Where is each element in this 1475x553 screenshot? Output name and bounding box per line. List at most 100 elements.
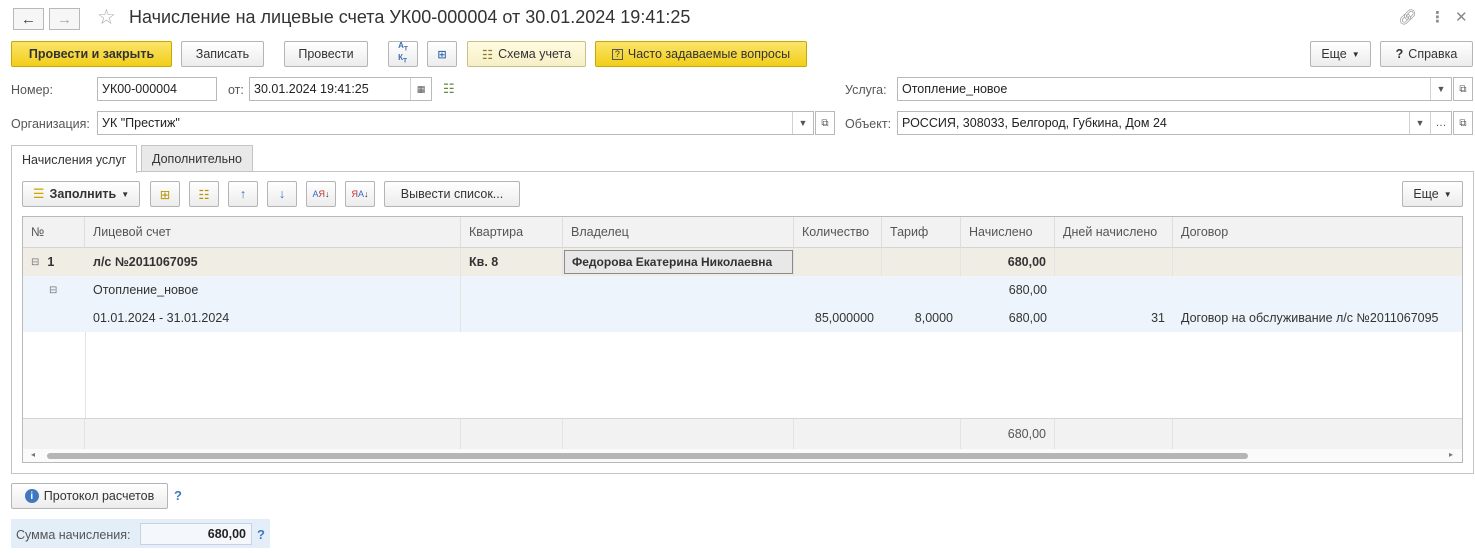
charged-cell: 680,00 <box>961 248 1055 276</box>
forward-button[interactable]: → <box>49 8 80 30</box>
structure-icon: ⊞ <box>437 48 447 61</box>
help-button[interactable]: ? Справка <box>1380 41 1473 67</box>
open-organization-button[interactable]: ⧉ <box>815 111 835 135</box>
more-button[interactable]: Еще ▼ <box>1310 41 1371 67</box>
column-header-owner[interactable]: Владелец <box>563 217 794 248</box>
tab-additional[interactable]: Дополнительно <box>141 145 253 172</box>
chevron-down-icon: ▼ <box>121 189 130 199</box>
help-question-icon[interactable]: ? <box>174 488 182 503</box>
table-row[interactable]: ⊟ Отопление_новое 680,00 <box>23 276 1462 304</box>
column-header-tariff[interactable]: Тариф <box>882 217 961 248</box>
column-header-charged[interactable]: Начислено <box>961 217 1055 248</box>
table-row[interactable]: ⊟ 1 л/с №2011067095 Кв. 8 Федорова Екате… <box>23 248 1462 276</box>
sum-help-question-icon[interactable]: ? <box>257 527 265 542</box>
sort-desc-button[interactable]: ЯА↓ <box>345 181 375 207</box>
chevron-down-icon: ▼ <box>1351 49 1360 59</box>
arrow-right-icon: → <box>57 10 72 28</box>
table-more-button[interactable]: Еще ▼ <box>1402 181 1463 207</box>
apartment-cell: Кв. 8 <box>461 248 563 276</box>
quantity-cell <box>794 248 882 276</box>
open-object-button[interactable]: ⧉ <box>1453 111 1473 135</box>
number-label: Номер: <box>11 83 53 97</box>
open-icon: ⧉ <box>1459 117 1467 129</box>
contract-cell <box>1173 248 1462 276</box>
column-header-account[interactable]: Лицевой счет <box>85 217 461 248</box>
contract-cell <box>1173 276 1462 304</box>
link-icon[interactable]: 🔗︎ <box>1398 8 1417 26</box>
apartment-cell <box>461 276 563 304</box>
help-label: Справка <box>1408 47 1458 61</box>
calendar-icon[interactable]: ▦ <box>410 78 431 100</box>
collapse-icon[interactable]: ⊟ <box>49 285 57 296</box>
object-field[interactable]: РОССИЯ, 308033, Белгород, Губкина, Дом 2… <box>897 111 1452 135</box>
accounting-scheme-button[interactable]: ☷ Схема учета <box>467 41 586 67</box>
faq-label: Часто задаваемые вопросы <box>627 47 791 61</box>
date-field[interactable]: 30.01.2024 19:41:25 ▦ <box>249 77 432 101</box>
move-up-button[interactable]: ↑ <box>228 181 258 207</box>
column-header-quantity[interactable]: Количество <box>794 217 882 248</box>
move-down-button[interactable]: ↓ <box>267 181 297 207</box>
dropdown-chevron-icon[interactable]: ▼ <box>1409 112 1430 134</box>
charged-cell: 680,00 <box>1008 311 1047 325</box>
favorite-star-icon[interactable]: ☆ <box>97 5 116 30</box>
arrow-up-icon: ↑ <box>239 187 247 201</box>
arrow-down-icon: ↓ <box>278 187 286 201</box>
save-button[interactable]: Записать <box>181 41 264 67</box>
calculation-protocol-button[interactable]: i Протокол расчетов <box>11 483 168 509</box>
service-label: Услуга: <box>845 83 887 97</box>
organization-field[interactable]: УК "Престиж" ▼ <box>97 111 814 135</box>
contract-cell: Договор на обслуживание л/с №2011067095 <box>1181 311 1439 325</box>
output-list-button[interactable]: Вывести список... <box>384 181 520 207</box>
document-check-icon[interactable]: ☷ <box>443 81 455 97</box>
faq-button[interactable]: ? Часто задаваемые вопросы <box>595 41 807 67</box>
charged-cell: 680,00 <box>1008 283 1047 297</box>
row-number: 1 <box>47 255 55 269</box>
row-number-cell <box>23 304 85 332</box>
dropdown-chevron-icon[interactable]: ▼ <box>792 112 813 134</box>
question-icon: ? <box>1395 47 1404 61</box>
scroll-right-icon[interactable]: ▸ <box>1449 450 1453 459</box>
date-value: 30.01.2024 19:41:25 <box>254 82 369 96</box>
question-box-icon: ? <box>611 48 623 60</box>
scrollbar-thumb[interactable] <box>47 453 1248 459</box>
service-field[interactable]: Отопление_новое ▼ <box>897 77 1452 101</box>
organization-label: Организация: <box>11 117 90 131</box>
column-header-days[interactable]: Дней начислено <box>1055 217 1173 248</box>
open-icon: ⧉ <box>821 117 829 129</box>
column-header-number[interactable]: № <box>23 217 85 248</box>
table-row[interactable]: 01.01.2024 - 31.01.2024 85,000000 8,0000… <box>23 304 1462 332</box>
days-cell <box>1055 276 1173 304</box>
service-value: Отопление_новое <box>902 82 1008 96</box>
post-and-close-button[interactable]: Провести и закрыть <box>11 41 172 67</box>
owner-field[interactable]: Федорова Екатерина Николаевна <box>564 250 793 274</box>
fill-icon: ☰ <box>32 186 45 201</box>
open-service-button[interactable]: ⧉ <box>1453 77 1473 101</box>
accounting-scheme-label: Схема учета <box>498 47 572 61</box>
dt-kt-button[interactable]: АТ КТ <box>388 41 418 67</box>
chevron-down-icon: ▼ <box>1443 189 1452 199</box>
open-icon: ⧉ <box>1459 83 1467 95</box>
more-vertical-icon[interactable]: ⋮ <box>1430 8 1445 26</box>
add-row-icon: ⊞ <box>159 187 171 202</box>
sort-asc-button[interactable]: АЯ↓ <box>306 181 336 207</box>
fill-button[interactable]: ☰ Заполнить ▼ <box>22 181 140 207</box>
structure-button[interactable]: ⊞ <box>427 41 457 67</box>
tab-charges[interactable]: Начисления услуг <box>11 145 138 173</box>
scroll-left-icon[interactable]: ◂ <box>31 450 35 459</box>
number-field[interactable]: УК00-000004 <box>97 77 217 101</box>
dropdown-chevron-icon[interactable]: ▼ <box>1430 78 1451 100</box>
collapse-icon[interactable]: ⊟ <box>31 257 39 268</box>
ellipsis-icon[interactable]: … <box>1430 112 1451 134</box>
add-subrow-button[interactable]: ☷ <box>189 181 219 207</box>
post-button[interactable]: Провести <box>284 41 368 67</box>
add-subrow-icon: ☷ <box>198 187 210 202</box>
column-header-apartment[interactable]: Квартира <box>461 217 563 248</box>
column-header-contract[interactable]: Договор <box>1173 217 1462 248</box>
add-row-button[interactable]: ⊞ <box>150 181 180 207</box>
close-icon[interactable]: ✕ <box>1455 8 1468 26</box>
horizontal-scrollbar[interactable]: ◂ ▸ <box>23 449 1462 462</box>
table-footer: 680,00 <box>23 418 1462 449</box>
tariff-cell: 8,0000 <box>914 311 953 325</box>
back-button[interactable]: ← <box>13 8 44 30</box>
charges-table: № Лицевой счет Квартира Владелец Количес… <box>22 216 1463 463</box>
